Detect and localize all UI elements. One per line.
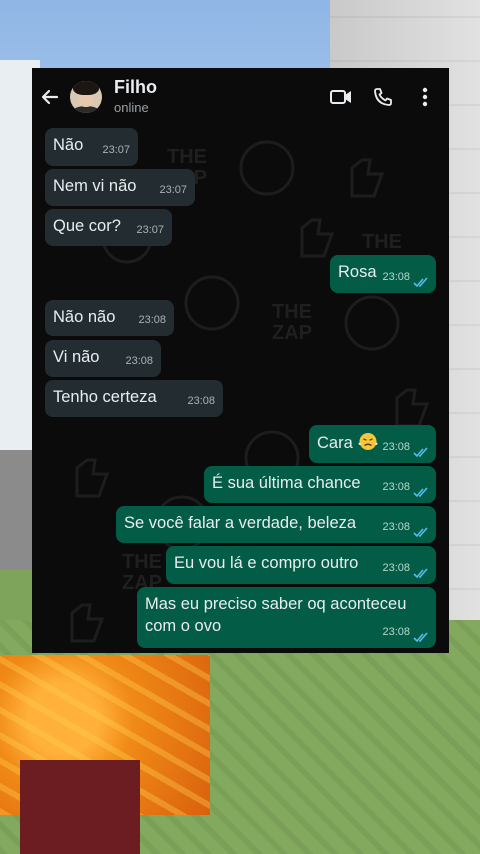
message-bubble[interactable]: Eu vou lá e compro outro 23:08	[166, 546, 436, 584]
back-arrow-icon[interactable]	[40, 87, 60, 107]
background-dark-block	[20, 760, 140, 854]
message-time: 23:08	[382, 441, 410, 453]
message-bubble[interactable]: Nem vi não 23:07	[45, 169, 195, 206]
chat-screenshot: THE ZAP THE ZAP THE ZAP THE ZAP Não 23:0…	[32, 68, 449, 653]
message-text: Que cor?	[53, 217, 121, 235]
message-bubble[interactable]: Se você falar a verdade, beleza 23:08	[116, 506, 436, 543]
message-text: Se você falar a verdade, beleza	[124, 514, 357, 532]
message-text: Cara	[317, 434, 353, 452]
message-text: Vi não	[53, 348, 100, 366]
message-text: Rosa	[338, 263, 377, 281]
contact-status: online	[114, 100, 149, 115]
read-ticks-icon	[413, 632, 428, 643]
message-time: 23:08	[382, 562, 410, 574]
read-ticks-icon	[413, 527, 428, 538]
message-time: 23:08	[382, 626, 410, 638]
header-actions	[311, 85, 437, 109]
message-text: Nem vi não	[53, 177, 137, 195]
message-text: Mas eu preciso saber oq aconteceu com o …	[145, 595, 407, 635]
avatar[interactable]	[70, 80, 102, 113]
message-text: Tenho certeza	[53, 388, 157, 406]
read-ticks-icon	[413, 568, 428, 579]
message-time: 23:08	[138, 314, 166, 326]
message-time: 23:08	[382, 271, 410, 283]
phone-icon[interactable]	[371, 85, 395, 109]
message-time: 23:07	[136, 224, 164, 236]
video-call-icon[interactable]	[329, 85, 353, 109]
message-bubble[interactable]: Não 23:07	[45, 128, 138, 166]
message-bubble[interactable]: Tenho certeza 23:08	[45, 380, 223, 417]
message-list: Não 23:07 Nem vi não 23:07 Que cor? 23:0…	[32, 68, 449, 653]
message-time: 23:07	[102, 144, 130, 156]
message-bubble[interactable]: É sua última chance 23:08	[204, 466, 436, 503]
message-bubble[interactable]: Cara 23:08	[309, 425, 436, 463]
message-time: 23:08	[382, 521, 410, 533]
message-bubble[interactable]: Vi não 23:08	[45, 340, 161, 377]
message-time: 23:08	[125, 355, 153, 367]
read-ticks-icon	[413, 447, 428, 458]
more-options-icon[interactable]	[413, 85, 437, 109]
message-text: Eu vou lá e compro outro	[174, 554, 359, 572]
read-ticks-icon	[413, 487, 428, 498]
message-text: Não	[53, 136, 84, 154]
message-time: 23:07	[159, 184, 187, 196]
chat-header: Filho online	[32, 68, 449, 125]
message-bubble[interactable]: Rosa 23:08	[330, 255, 436, 293]
read-ticks-icon	[413, 277, 428, 288]
face-with-steam-emoji	[358, 433, 378, 450]
message-bubble[interactable]: Mas eu preciso saber oq aconteceu com o …	[137, 587, 436, 648]
message-time: 23:08	[382, 481, 410, 493]
message-bubble[interactable]: Que cor? 23:07	[45, 209, 172, 246]
contact-name: Filho	[114, 77, 157, 97]
contact-info[interactable]: Filho online	[114, 77, 157, 116]
message-text: É sua última chance	[212, 474, 361, 492]
message-bubble[interactable]: Não não 23:08	[45, 300, 174, 336]
message-time: 23:08	[187, 395, 215, 407]
message-text: Não não	[53, 308, 116, 326]
